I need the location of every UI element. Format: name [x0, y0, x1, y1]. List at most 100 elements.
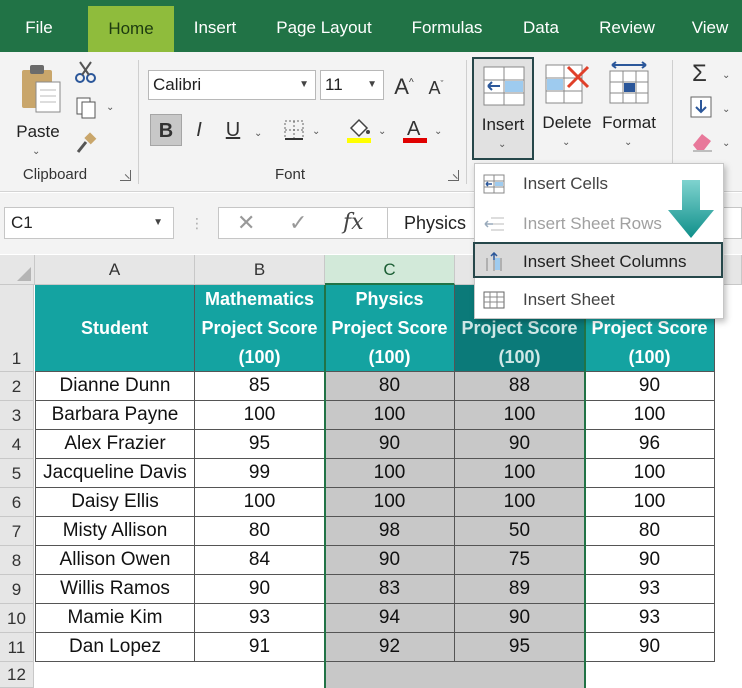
- cell-col-d[interactable]: 95: [455, 633, 585, 662]
- cell-col-d[interactable]: 100: [455, 459, 585, 488]
- cell-physics[interactable]: 100: [325, 488, 455, 517]
- tab-view[interactable]: View: [680, 0, 740, 52]
- cell-col-d[interactable]: 90: [455, 430, 585, 459]
- tab-page-layout[interactable]: Page Layout: [262, 0, 386, 52]
- row-header[interactable]: 9: [0, 575, 34, 604]
- row-header[interactable]: 8: [0, 546, 34, 575]
- row-header[interactable]: 3: [0, 401, 34, 430]
- cell-student[interactable]: Dan Lopez: [35, 633, 195, 662]
- column-header-c[interactable]: C: [325, 255, 455, 285]
- format-painter-button[interactable]: [74, 132, 100, 158]
- paste-button[interactable]: Paste ⌄: [12, 60, 68, 157]
- cell-col-e[interactable]: 93: [585, 575, 715, 604]
- cell-math[interactable]: 93: [195, 604, 325, 633]
- cell-col-e[interactable]: 93: [585, 604, 715, 633]
- cell-student[interactable]: Misty Allison: [35, 517, 195, 546]
- cancel-icon[interactable]: ✕: [237, 208, 255, 238]
- cell-col-e[interactable]: 100: [585, 401, 715, 430]
- font-launcher-icon[interactable]: [448, 170, 459, 181]
- cell-physics[interactable]: 100: [325, 401, 455, 430]
- copy-button[interactable]: ⌄: [74, 96, 118, 122]
- cell-col-e[interactable]: 96: [585, 430, 715, 459]
- select-all-corner[interactable]: [0, 255, 35, 285]
- header-math[interactable]: Mathematics Project Score (100): [195, 285, 325, 372]
- autosum-button[interactable]: Σ ⌄: [688, 60, 738, 88]
- column-header-a[interactable]: A: [35, 255, 195, 285]
- tab-data[interactable]: Data: [510, 0, 572, 52]
- row-header[interactable]: 12: [0, 662, 34, 688]
- row-header[interactable]: 10: [0, 604, 34, 633]
- cell-student[interactable]: Dianne Dunn: [35, 372, 195, 401]
- format-button[interactable]: Format ⌄: [598, 57, 660, 160]
- cell-student[interactable]: Willis Ramos: [35, 575, 195, 604]
- cell-physics[interactable]: 80: [325, 372, 455, 401]
- cell-physics[interactable]: 92: [325, 633, 455, 662]
- row-header[interactable]: 7: [0, 517, 34, 546]
- cell-col-d[interactable]: 100: [455, 401, 585, 430]
- row-header[interactable]: 6: [0, 488, 34, 517]
- cell-math[interactable]: 85: [195, 372, 325, 401]
- cell-col-d[interactable]: 90: [455, 604, 585, 633]
- cell-math[interactable]: 80: [195, 517, 325, 546]
- menu-item-insert-sheet-columns[interactable]: Insert Sheet Columns: [473, 242, 723, 278]
- cell-physics[interactable]: 83: [325, 575, 455, 604]
- cell-col-e[interactable]: 90: [585, 546, 715, 575]
- cell-physics[interactable]: 94: [325, 604, 455, 633]
- font-size-combo[interactable]: 11 ▼: [320, 70, 384, 100]
- insert-button[interactable]: Insert ⌄: [472, 57, 534, 160]
- cell-math[interactable]: 100: [195, 401, 325, 430]
- shrink-font-button[interactable]: Aˇ: [424, 68, 448, 100]
- cell-col-d[interactable]: 75: [455, 546, 585, 575]
- enter-icon[interactable]: ✓: [289, 208, 307, 238]
- tab-review[interactable]: Review: [588, 0, 666, 52]
- clipboard-launcher-icon[interactable]: [120, 170, 131, 181]
- header-physics[interactable]: Physics Project Score (100): [325, 285, 455, 372]
- cell-math[interactable]: 99: [195, 459, 325, 488]
- cell-math[interactable]: 84: [195, 546, 325, 575]
- cell-col-d[interactable]: 100: [455, 488, 585, 517]
- borders-button[interactable]: ⌄: [282, 118, 322, 144]
- cell-math[interactable]: 100: [195, 488, 325, 517]
- cell-col-e[interactable]: 80: [585, 517, 715, 546]
- cell-student[interactable]: Allison Owen: [35, 546, 195, 575]
- name-box[interactable]: C1 ▼: [4, 207, 174, 239]
- column-header-b[interactable]: B: [195, 255, 325, 285]
- italic-button[interactable]: I: [186, 114, 212, 146]
- font-name-combo[interactable]: Calibri ▼: [148, 70, 316, 100]
- bold-button[interactable]: B: [150, 114, 182, 146]
- tab-insert[interactable]: Insert: [180, 0, 250, 52]
- row-header[interactable]: 2: [0, 372, 34, 401]
- font-color-button[interactable]: A ⌄: [402, 116, 448, 146]
- menu-item-insert-sheet[interactable]: Insert Sheet: [475, 282, 723, 318]
- row-header[interactable]: 11: [0, 633, 34, 662]
- cell-col-d[interactable]: 89: [455, 575, 585, 604]
- cell-physics[interactable]: 90: [325, 546, 455, 575]
- clear-button[interactable]: ⌄: [688, 128, 738, 156]
- insert-function-icon[interactable]: fx: [343, 208, 364, 238]
- row-header[interactable]: 1: [0, 285, 34, 372]
- cell-student[interactable]: Daisy Ellis: [35, 488, 195, 517]
- cell-physics[interactable]: 98: [325, 517, 455, 546]
- tab-home[interactable]: Home: [88, 6, 174, 52]
- cell-student[interactable]: Jacqueline Davis: [35, 459, 195, 488]
- cell-student[interactable]: Barbara Payne: [35, 401, 195, 430]
- cell-student[interactable]: Alex Frazier: [35, 430, 195, 459]
- cell-col-e[interactable]: 90: [585, 372, 715, 401]
- fill-color-button[interactable]: ⌄: [346, 116, 392, 146]
- row-header[interactable]: 4: [0, 430, 34, 459]
- tab-file[interactable]: File: [8, 0, 70, 52]
- row-header[interactable]: 5: [0, 459, 34, 488]
- cell-math[interactable]: 95: [195, 430, 325, 459]
- header-student[interactable]: Student: [35, 285, 195, 372]
- grow-font-button[interactable]: A^: [392, 68, 416, 100]
- selected-empty-area[interactable]: [325, 662, 585, 688]
- cut-button[interactable]: [74, 60, 100, 86]
- fill-button[interactable]: ⌄: [688, 94, 738, 122]
- underline-button[interactable]: U: [218, 114, 248, 146]
- cell-col-d[interactable]: 88: [455, 372, 585, 401]
- cell-col-e[interactable]: 100: [585, 459, 715, 488]
- cell-math[interactable]: 91: [195, 633, 325, 662]
- cell-physics[interactable]: 100: [325, 459, 455, 488]
- tab-formulas[interactable]: Formulas: [398, 0, 496, 52]
- delete-button[interactable]: Delete ⌄: [538, 57, 596, 160]
